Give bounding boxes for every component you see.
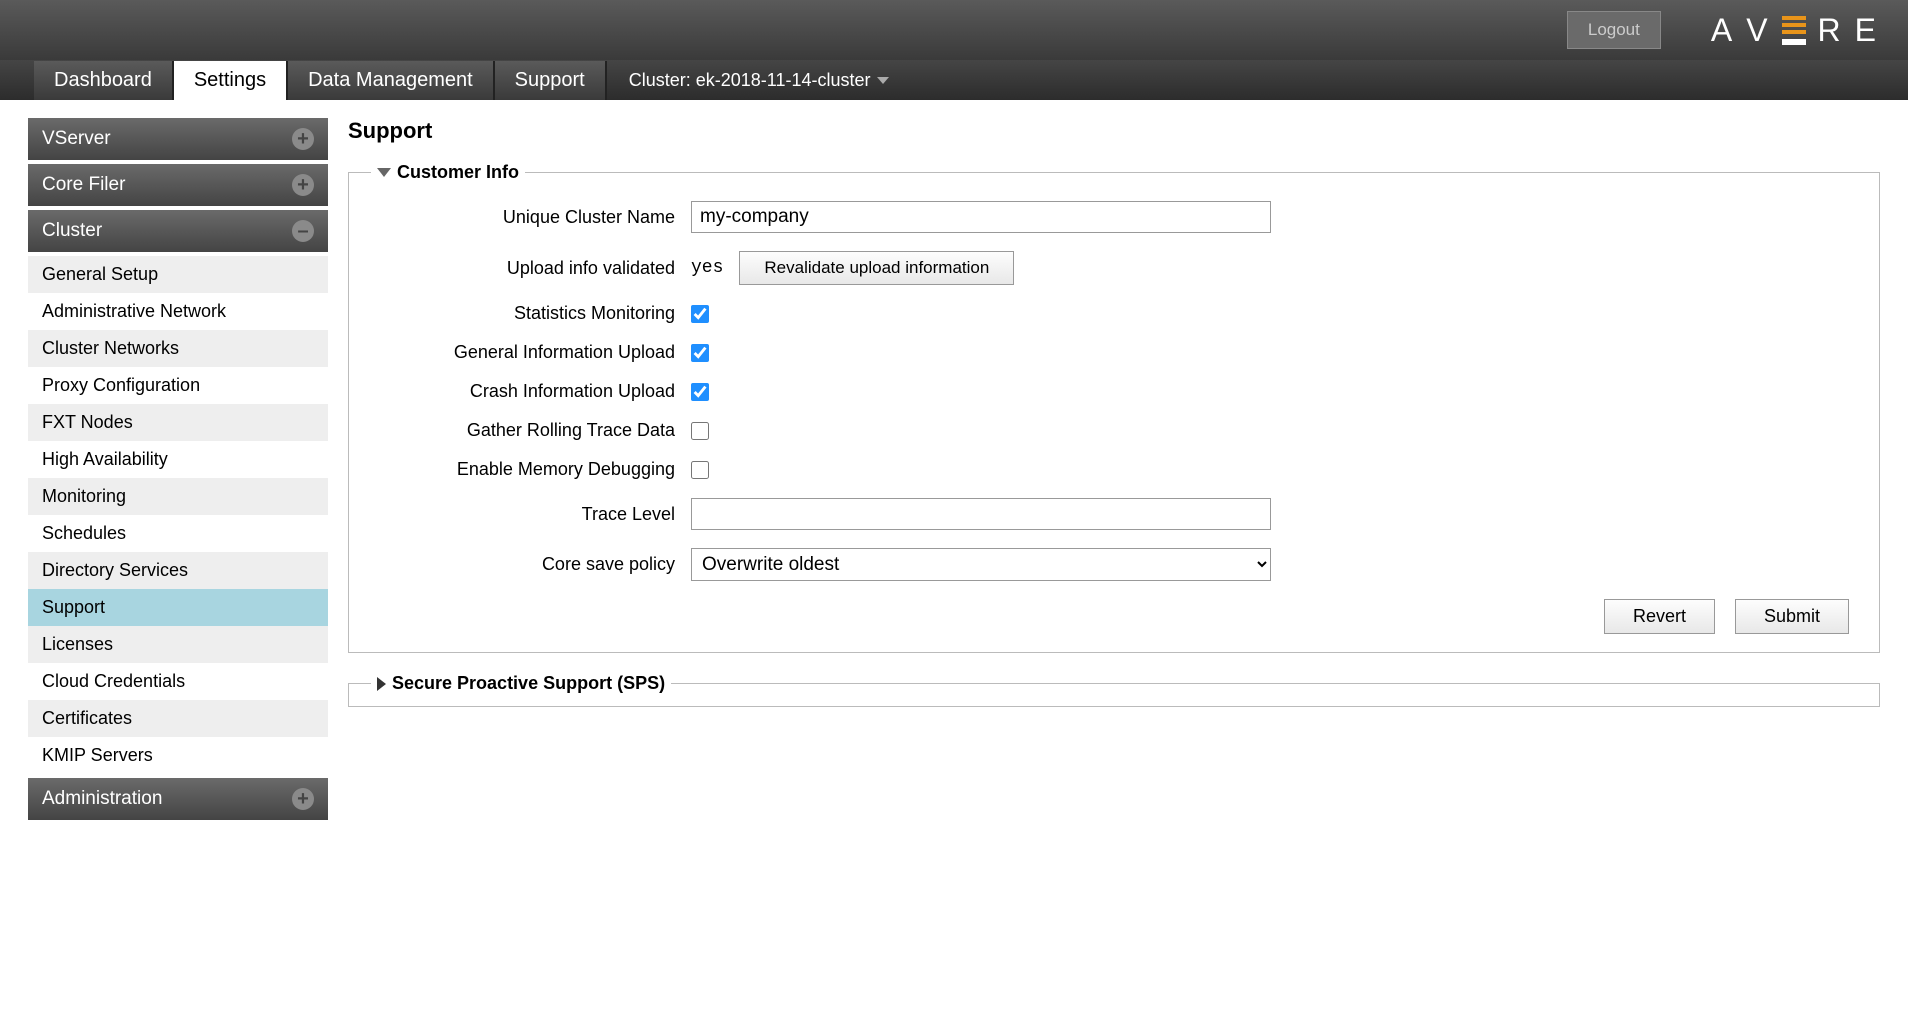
mem-debug-checkbox[interactable] [691,461,709,479]
sidebar-section-label: Core Filer [42,174,125,196]
label-stats-monitoring: Statistics Monitoring [371,303,691,324]
upload-validated-value: yes [691,258,723,278]
sidebar-section-cluster[interactable]: Cluster – [28,210,328,252]
main-panel: Support Customer Info Unique Cluster Nam… [348,118,1880,824]
revalidate-button[interactable]: Revalidate upload information [739,251,1014,285]
top-bar: Logout A V R E [0,0,1908,60]
core-save-select[interactable]: Overwrite oldest [691,548,1271,581]
tab-dashboard[interactable]: Dashboard [34,61,174,100]
tab-data-management[interactable]: Data Management [288,61,495,100]
sidebar-section-label: Administration [42,788,162,810]
sidebar-section-label: Cluster [42,220,102,242]
logo-letter-v: V [1746,12,1769,49]
chevron-down-icon [877,77,889,84]
triangle-down-icon [377,168,391,177]
sidebar-item-support[interactable]: Support [28,589,328,626]
label-crash-info-upload: Crash Information Upload [371,381,691,402]
sidebar-item-kmip-servers[interactable]: KMIP Servers [28,737,328,774]
tab-settings[interactable]: Settings [174,61,288,100]
label-cluster-name: Unique Cluster Name [371,207,691,228]
crash-info-upload-checkbox[interactable] [691,383,709,401]
sidebar-item-general-setup[interactable]: General Setup [28,256,328,293]
sidebar-section-core-filer[interactable]: Core Filer + [28,164,328,206]
rolling-trace-checkbox[interactable] [691,422,709,440]
label-upload-validated: Upload info validated [371,258,691,279]
collapse-icon: – [292,220,314,242]
legend-text: Secure Proactive Support (SPS) [392,673,665,694]
sidebar-item-high-availability[interactable]: High Availability [28,441,328,478]
logo-letter-e-styled [1782,16,1806,45]
page-title: Support [348,118,1880,144]
stats-monitoring-checkbox[interactable] [691,305,709,323]
sidebar-item-licenses[interactable]: Licenses [28,626,328,663]
sidebar-item-schedules[interactable]: Schedules [28,515,328,552]
sidebar-item-directory-services[interactable]: Directory Services [28,552,328,589]
label-trace-level: Trace Level [371,504,691,525]
logo-letter-r: R [1818,12,1843,49]
customer-info-fieldset: Customer Info Unique Cluster Name Upload… [348,162,1880,653]
revert-button[interactable]: Revert [1604,599,1715,634]
legend-text: Customer Info [397,162,519,183]
sidebar-item-cluster-networks[interactable]: Cluster Networks [28,330,328,367]
expand-icon: + [292,174,314,196]
sidebar-item-monitoring[interactable]: Monitoring [28,478,328,515]
gen-info-upload-checkbox[interactable] [691,344,709,362]
cluster-selector[interactable]: Cluster: ek-2018-11-14-cluster [607,70,889,91]
sps-legend[interactable]: Secure Proactive Support (SPS) [371,673,671,694]
sidebar-section-administration[interactable]: Administration + [28,778,328,820]
sidebar-section-vserver[interactable]: VServer + [28,118,328,160]
sidebar-item-fxt-nodes[interactable]: FXT Nodes [28,404,328,441]
cluster-name-input[interactable] [691,201,1271,233]
logo-letter-a: A [1711,12,1734,49]
brand-logo: A V R E [1711,12,1878,49]
label-rolling-trace: Gather Rolling Trace Data [371,420,691,441]
label-mem-debug: Enable Memory Debugging [371,459,691,480]
logo-letter-e2: E [1855,12,1878,49]
logout-button[interactable]: Logout [1567,11,1661,49]
trace-level-input[interactable] [691,498,1271,530]
sidebar-item-administrative-network[interactable]: Administrative Network [28,293,328,330]
customer-info-legend[interactable]: Customer Info [371,162,525,183]
settings-sidebar: VServer + Core Filer + Cluster – General… [28,118,328,824]
sidebar-item-cloud-credentials[interactable]: Cloud Credentials [28,663,328,700]
tab-support[interactable]: Support [495,61,607,100]
sidebar-item-certificates[interactable]: Certificates [28,700,328,737]
sps-fieldset: Secure Proactive Support (SPS) [348,673,1880,707]
expand-icon: + [292,788,314,810]
sidebar-cluster-items: General Setup Administrative Network Clu… [28,256,328,774]
label-gen-info-upload: General Information Upload [371,342,691,363]
main-tab-bar: Dashboard Settings Data Management Suppo… [0,60,1908,100]
sidebar-section-label: VServer [42,128,111,150]
expand-icon: + [292,128,314,150]
triangle-right-icon [377,677,386,691]
sidebar-item-proxy-configuration[interactable]: Proxy Configuration [28,367,328,404]
cluster-name-label: Cluster: ek-2018-11-14-cluster [629,70,871,91]
submit-button[interactable]: Submit [1735,599,1849,634]
label-core-save: Core save policy [371,554,691,575]
